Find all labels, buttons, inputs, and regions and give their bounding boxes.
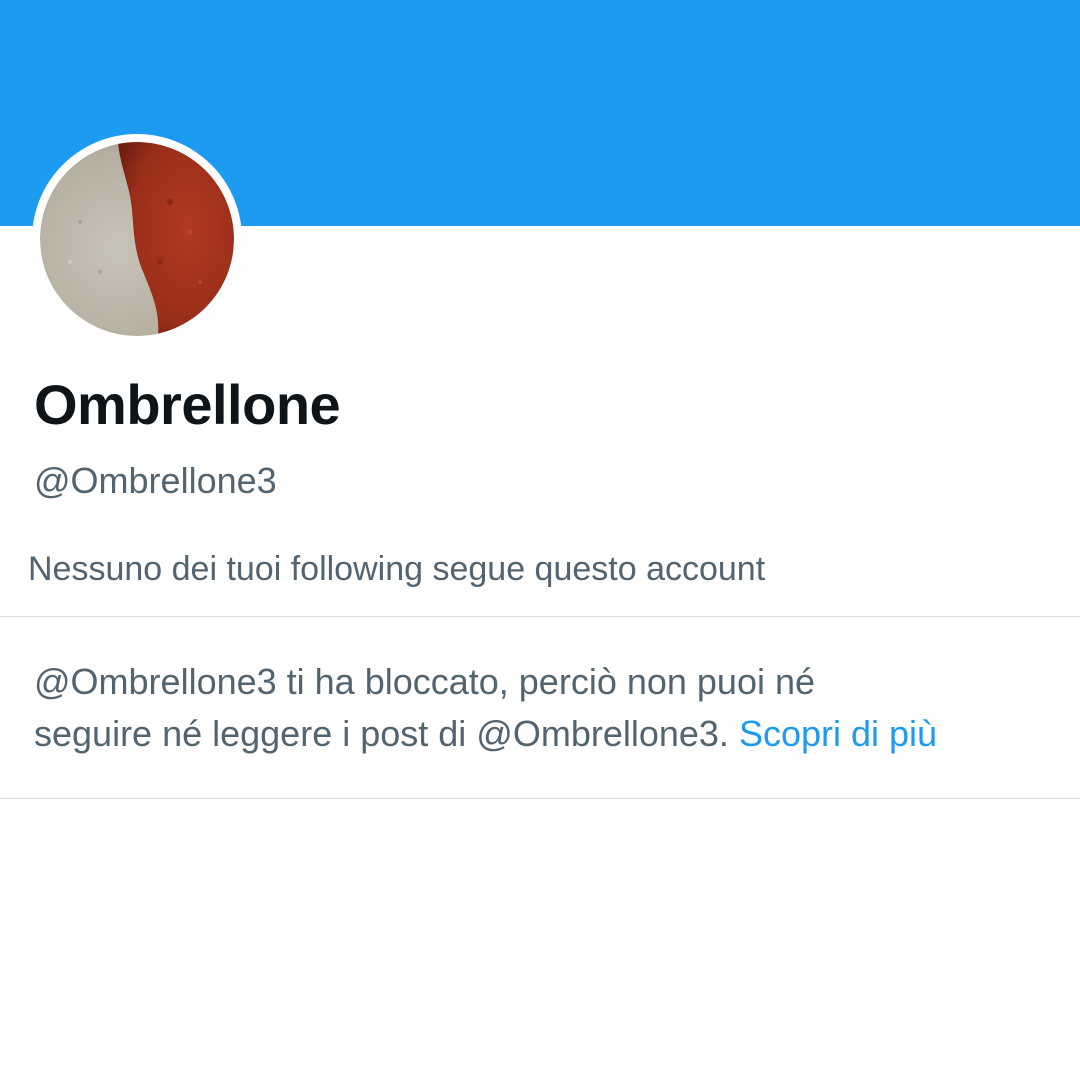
blocked-notice-line-1: @Ombrellone3 ti ha bloccato, perciò non … — [34, 661, 816, 702]
blocked-notice: @Ombrellone3 ti ha bloccato, perciò non … — [34, 656, 1054, 760]
divider — [0, 616, 1080, 617]
display-name: Ombrellone — [34, 373, 341, 436]
user-handle: @Ombrellone3 — [34, 460, 277, 501]
learn-more-link[interactable]: Scopri di più — [739, 713, 937, 754]
avatar[interactable] — [32, 134, 242, 344]
followers-you-know-note: Nessuno dei tuoi following segue questo … — [28, 550, 766, 588]
profile-page: Ombrellone @Ombrellone3 Nessuno dei tuoi… — [0, 0, 1080, 1066]
avatar-photo-icon — [40, 142, 234, 336]
divider — [0, 798, 1080, 799]
blocked-notice-line-2: seguire né leggere i post di @Ombrellone… — [34, 713, 729, 754]
